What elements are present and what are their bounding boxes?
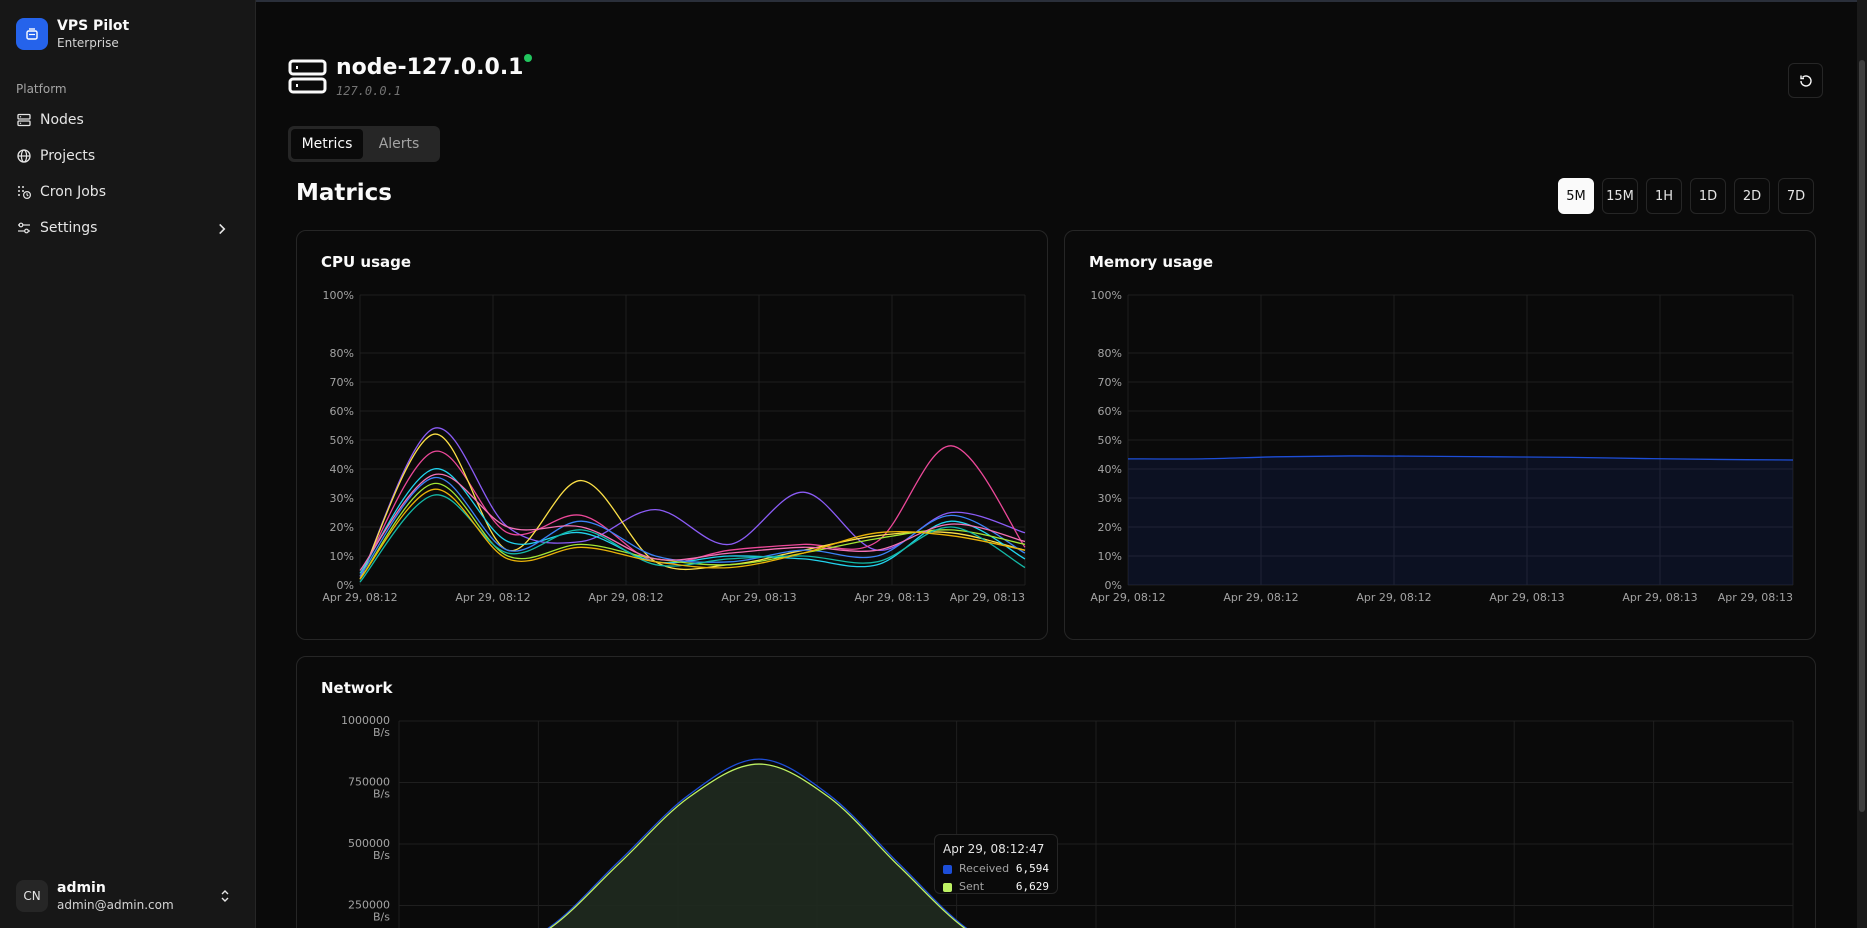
chevrons-up-down-icon — [221, 890, 229, 902]
status-indicator — [523, 54, 532, 62]
memory-usage-card: Memory usage 100% 80% 70% 60% 50% 40% 30% 20% 10… — [1064, 230, 1816, 640]
cpu-usage-chart: 100%80%70%60%50%40%30%20%10%0%Apr 29, 08… — [322, 289, 1026, 604]
sidebar-item-cron-jobs[interactable]: Cron Jobs — [8, 175, 248, 209]
y-tick-label: 70% — [330, 376, 354, 389]
tooltip-label: Sent — [959, 880, 985, 893]
y-tick-label: 100% — [323, 289, 354, 302]
series-line-2 — [359, 433, 1026, 580]
node-header: node-127.0.0.1 127.0.0.1 — [288, 53, 532, 99]
brand-switcher[interactable]: VPS Pilot Enterprise — [16, 17, 129, 51]
user-name: admin — [57, 880, 106, 896]
y-tick-label: 10% — [1098, 550, 1122, 563]
x-tick-label: Apr 29, 08:12 — [1356, 591, 1431, 604]
y-tick-label: 40% — [330, 463, 354, 476]
brand-name: VPS Pilot — [57, 18, 130, 34]
brand-logo-icon — [16, 18, 48, 50]
tooltip-value: 6,629 — [1015, 880, 1049, 893]
x-tick-label: Apr 29, 08:13 — [1622, 591, 1697, 604]
y-tick-label: 30% — [1098, 492, 1122, 505]
x-tick-label: Apr 29, 08:13 — [950, 591, 1025, 604]
y-tick-unit: B/s — [373, 849, 390, 862]
range-button-1d[interactable]: 1D — [1690, 178, 1726, 214]
avatar: CN — [16, 880, 48, 912]
sliders-icon — [18, 222, 30, 234]
y-tick-label: 20% — [330, 521, 354, 534]
refresh-button[interactable] — [1788, 63, 1823, 98]
tooltip-row-sent: Sent 6,629 — [943, 878, 1049, 896]
x-tick-label: Apr 29, 08:12 — [1223, 591, 1298, 604]
y-tick-unit: B/s — [373, 911, 390, 924]
scrollbar-thumb[interactable] — [1859, 60, 1865, 812]
cpu-usage-card: CPU usage 100% 80% 70% 60% 50% 40% 30% 20% 10% 0%… — [296, 230, 1048, 640]
x-tick-label: Apr 29, 08:13 — [1718, 591, 1793, 604]
x-tick-label: Apr 29, 08:12 — [588, 591, 663, 604]
brand-subtitle: Enterprise — [57, 36, 119, 50]
sidebar-item-projects[interactable]: Projects — [8, 139, 248, 173]
sidebar-item-label: Nodes — [40, 112, 84, 128]
tooltip-label: Received — [959, 862, 1010, 875]
tab-metrics[interactable]: Metrics — [291, 129, 363, 159]
series-area — [1128, 455, 1793, 585]
legend-swatch-received — [943, 864, 952, 874]
refresh-icon — [1799, 74, 1812, 87]
sidebar-item-label: Projects — [40, 148, 96, 164]
tooltip-value: 6,594 — [1015, 862, 1049, 875]
y-tick-label: 80% — [1098, 347, 1122, 360]
node-tabs: Metrics Alerts — [288, 126, 440, 162]
y-tick-label: 60% — [1098, 405, 1122, 418]
chevron-right-icon — [219, 223, 226, 235]
tooltip-row-received: Received 6,594 — [943, 860, 1049, 878]
x-tick-label: Apr 29, 08:13 — [854, 591, 929, 604]
x-tick-label: Apr 29, 08:12 — [322, 591, 397, 604]
y-tick-label: 50% — [330, 434, 354, 447]
y-tick-label: 60% — [330, 405, 354, 418]
time-range-selector: 5M 15M 1H 1D 2D 7D — [1558, 178, 1822, 214]
main-content: node-127.0.0.1 127.0.0.1 Metrics Alerts … — [257, 0, 1857, 928]
globe-icon — [17, 149, 31, 163]
tab-alerts[interactable]: Alerts — [363, 129, 435, 159]
range-button-15m[interactable]: 15M — [1602, 178, 1638, 214]
y-tick-label: 80% — [330, 347, 354, 360]
range-button-2d[interactable]: 2D — [1734, 178, 1770, 214]
sidebar-item-label: Cron Jobs — [40, 184, 106, 200]
series-line-8 — [359, 488, 1026, 580]
app-root: VPS Pilot Enterprise Platform Nodes Proj… — [0, 0, 1867, 928]
memory-usage-chart: 100%80%70%60%50%40%30%20%10%0%Apr 29, 08… — [1090, 289, 1794, 604]
node-title: node-127.0.0.1 — [336, 55, 524, 80]
y-tick-label: 100% — [1091, 289, 1122, 302]
range-button-1h[interactable]: 1H — [1646, 178, 1682, 214]
x-tick-label: Apr 29, 08:12 — [1090, 591, 1165, 604]
chart-tooltip: Apr 29, 08:12:47 Received 6,594 Sent 6,6… — [934, 834, 1058, 894]
y-tick-label: 30% — [330, 492, 354, 505]
y-tick-unit: B/s — [373, 788, 390, 801]
legend-swatch-sent — [943, 882, 952, 892]
y-tick-label: 50% — [1098, 434, 1122, 447]
server-icon — [288, 59, 327, 94]
y-tick-label: 20% — [1098, 521, 1122, 534]
sidebar-item-label: Settings — [40, 220, 98, 236]
y-tick-label: 70% — [1098, 376, 1122, 389]
y-tick-unit: B/s — [373, 726, 390, 739]
range-button-7d[interactable]: 7D — [1778, 178, 1814, 214]
sidebar: VPS Pilot Enterprise Platform Nodes Proj… — [0, 0, 256, 928]
x-tick-label: Apr 29, 08:12 — [455, 591, 530, 604]
user-menu[interactable]: CN admin admin@admin.com — [8, 874, 248, 918]
sidebar-item-nodes[interactable]: Nodes — [8, 103, 248, 137]
node-ip: 127.0.0.1 — [336, 84, 402, 98]
series-line-1 — [359, 445, 1026, 577]
y-tick-label: 10% — [330, 550, 354, 563]
server-icon — [17, 113, 31, 127]
y-tick-label: 40% — [1098, 463, 1122, 476]
range-button-5m[interactable]: 5M — [1558, 178, 1594, 214]
x-tick-label: Apr 29, 08:13 — [1489, 591, 1564, 604]
tooltip-time: Apr 29, 08:12:47 — [943, 842, 1045, 856]
cron-grid-icon — [18, 186, 32, 200]
user-email: admin@admin.com — [57, 898, 174, 912]
sidebar-group-label: Platform — [16, 82, 67, 96]
x-tick-label: Apr 29, 08:13 — [721, 591, 796, 604]
section-title: Matrics — [296, 180, 392, 206]
sidebar-nav: Nodes Projects Cron Jobs Settings — [8, 103, 248, 247]
sidebar-item-settings[interactable]: Settings — [8, 211, 248, 245]
